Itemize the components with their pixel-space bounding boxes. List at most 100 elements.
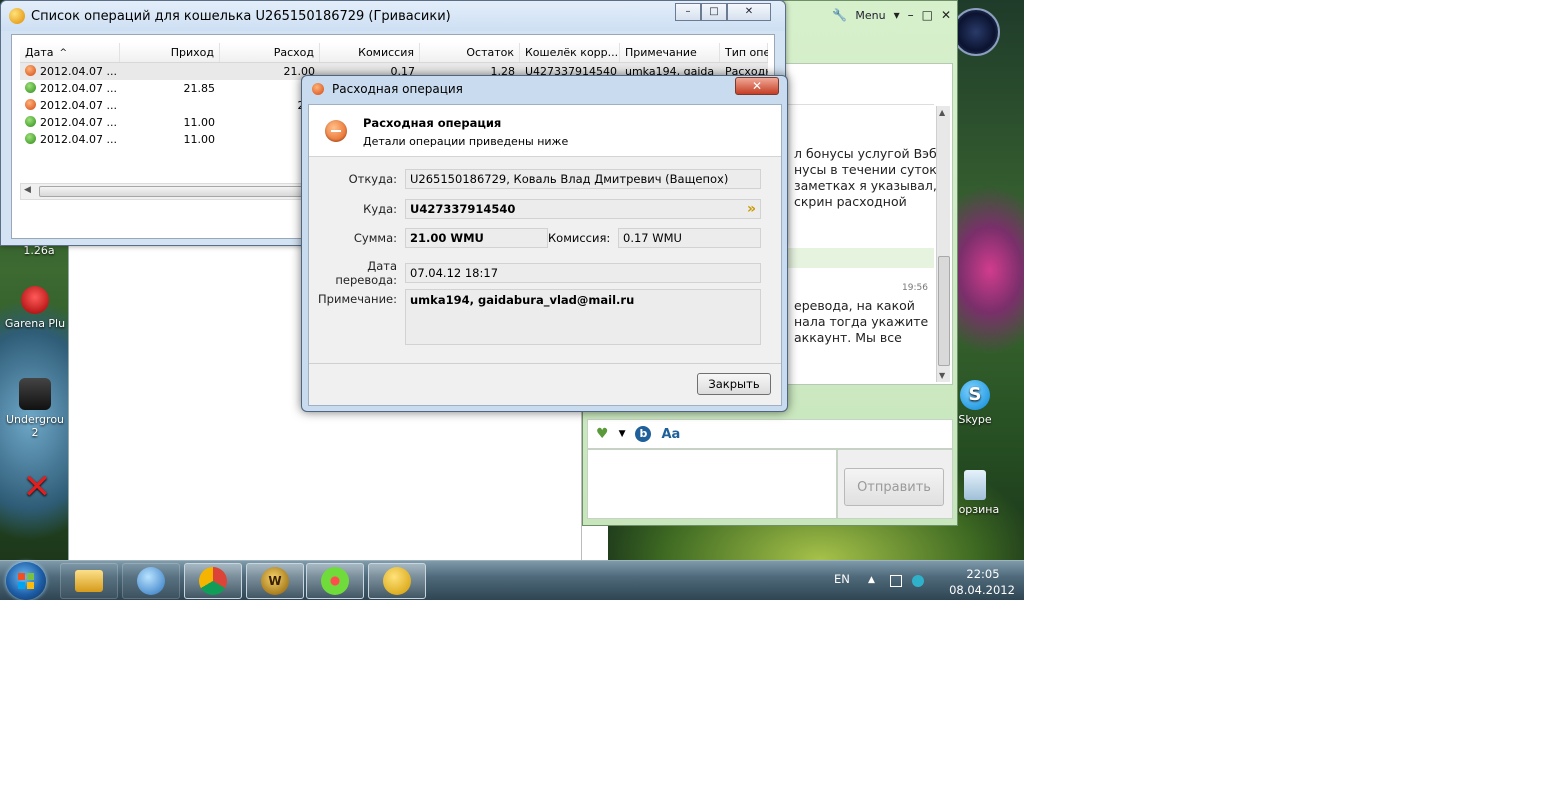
- desktop-icon-label: Корзина: [950, 503, 1000, 516]
- scroll-up-icon[interactable]: ▲: [939, 108, 945, 117]
- from-row: Откуда: U265150186729, Коваль Влад Дмитр…: [309, 169, 761, 189]
- column-header-fee[interactable]: Комиссия: [320, 43, 420, 62]
- maximize-button[interactable]: □: [701, 3, 727, 21]
- close-button[interactable]: ✕: [727, 3, 771, 21]
- column-header-wallet[interactable]: Кошелёк корр...: [520, 43, 620, 62]
- cell-income: 21.85: [183, 82, 216, 95]
- note-field[interactable]: umka194, gaidabura_vlad@mail.ru: [405, 289, 761, 345]
- expense-large-icon: [325, 120, 347, 142]
- desktop-icon-garena[interactable]: Garena Plu: [0, 286, 70, 330]
- cell-date: 2012.04.07 ...: [40, 133, 117, 146]
- minimize-button[interactable]: –: [675, 3, 701, 21]
- desktop-icon-underground[interactable]: Undergrou 2: [0, 378, 70, 439]
- dialog-header-title: Расходная операция: [363, 116, 502, 130]
- desktop-icon-x[interactable]: ✕: [2, 470, 72, 509]
- cell-date: 2012.04.07 ...: [40, 99, 117, 112]
- send-area: Отправить: [837, 449, 953, 519]
- dialog-close-button[interactable]: ✕: [735, 77, 779, 95]
- taskbar-warcraft[interactable]: W: [246, 563, 304, 599]
- clock-date[interactable]: 08.04.2012: [942, 583, 1022, 597]
- desktop-icon-label: Undergrou 2: [5, 413, 65, 439]
- clock-time[interactable]: 22:05: [958, 567, 1008, 581]
- cell-income: 11.00: [183, 116, 216, 129]
- date-field[interactable]: 07.04.12 18:17: [405, 263, 761, 283]
- desktop-icon-label: Skype: [958, 413, 992, 426]
- network-icon[interactable]: [890, 575, 902, 587]
- chevron-right-icon[interactable]: »: [747, 201, 756, 217]
- income-icon: [25, 133, 36, 144]
- column-label: Дата: [25, 46, 54, 59]
- language-indicator[interactable]: EN: [834, 572, 850, 586]
- taskbar-media[interactable]: [122, 563, 180, 599]
- sort-asc-icon: ^: [59, 47, 68, 58]
- taskbar-explorer[interactable]: [60, 563, 118, 599]
- minimize-icon[interactable]: –: [908, 8, 914, 22]
- send-button[interactable]: Отправить: [844, 468, 944, 506]
- chevron-down-icon[interactable]: ▼: [619, 429, 626, 439]
- expense-icon: [25, 65, 36, 76]
- chevron-down-icon[interactable]: ▾: [894, 8, 900, 22]
- to-field[interactable]: U427337914540 »: [405, 199, 761, 219]
- nfs-underground-icon: [19, 378, 51, 410]
- taskbar: W EN ▲ 22:05 08.04.2012: [0, 560, 1024, 600]
- amount-field[interactable]: 21.00 WMU: [405, 228, 548, 248]
- dialog-separator: [309, 363, 781, 364]
- close-icon[interactable]: ✕: [941, 8, 951, 22]
- bold-format-icon[interactable]: b: [635, 426, 652, 442]
- from-label: Откуда:: [348, 172, 397, 186]
- folder-icon: [75, 570, 103, 592]
- operations-title: Список операций для кошелька U2651501867…: [31, 8, 451, 24]
- chat-line: нала тогда укажите: [794, 314, 929, 329]
- to-label: Куда:: [363, 202, 397, 216]
- warcraft-icon: W: [261, 567, 289, 595]
- date-label: Дата перевода:: [335, 259, 397, 287]
- taskbar-chrome[interactable]: [184, 563, 242, 599]
- column-header-rest[interactable]: Остаток: [420, 43, 520, 62]
- tray-app-icon[interactable]: [912, 575, 924, 587]
- clock-gadget-icon[interactable]: [952, 8, 1000, 56]
- taskbar-webmoney[interactable]: [368, 563, 426, 599]
- cell-date: 2012.04.07 ...: [40, 65, 117, 78]
- taskbar-icq[interactable]: [306, 563, 364, 599]
- font-style-icon[interactable]: Aa: [661, 427, 680, 442]
- income-icon: [25, 82, 36, 93]
- show-hidden-icons-icon[interactable]: ▲: [868, 575, 880, 587]
- chat-scrollbar[interactable]: ▲ ▼: [936, 106, 950, 382]
- smiley-icon[interactable]: ♥: [596, 426, 609, 442]
- column-header-income[interactable]: Приход: [120, 43, 220, 62]
- message-input[interactable]: [587, 449, 837, 519]
- chat-line: еревода, на какой: [794, 298, 915, 313]
- table-header: Дата ^ Приход Расход Комиссия Остаток Кош…: [20, 43, 768, 63]
- dialog-titlebar: Расходная операция: [302, 76, 787, 102]
- icq-flower-icon: [321, 567, 349, 595]
- column-header-date[interactable]: Дата ^: [20, 43, 120, 62]
- menu-button[interactable]: Menu: [855, 9, 885, 22]
- wrench-icon[interactable]: 🔧: [832, 8, 847, 22]
- scroll-left-icon[interactable]: ◀: [24, 185, 31, 195]
- start-button[interactable]: [6, 562, 46, 600]
- close-button[interactable]: Закрыть: [697, 373, 771, 395]
- message-timestamp: 19:56: [902, 283, 928, 293]
- recycle-bin-icon: [964, 470, 986, 500]
- chat-toolbar: ♥ ▼ b Aa: [587, 419, 953, 449]
- scroll-down-icon[interactable]: ▼: [939, 371, 945, 380]
- date-row: Дата перевода: 07.04.12 18:17: [309, 259, 761, 287]
- note-row: Примечание: umka194, gaidabura_vlad@mail…: [309, 289, 761, 345]
- column-header-note[interactable]: Примечание: [620, 43, 720, 62]
- from-field[interactable]: U265150186729, Коваль Влад Дмитревич (Ва…: [405, 169, 761, 189]
- cell-date: 2012.04.07 ...: [40, 116, 117, 129]
- skype-icon: S: [960, 380, 990, 410]
- operations-titlebar: Список операций для кошелька U2651501867…: [1, 1, 785, 31]
- dialog-header: Расходная операция Детали операции приве…: [309, 105, 781, 157]
- column-header-expense[interactable]: Расход: [220, 43, 320, 62]
- to-value: U427337914540: [410, 202, 516, 216]
- scroll-thumb[interactable]: [938, 256, 950, 366]
- expense-icon: [312, 83, 324, 95]
- column-header-type[interactable]: Тип опер: [720, 43, 768, 62]
- media-player-icon: [137, 567, 165, 595]
- expense-operation-dialog[interactable]: Расходная операция ✕ Расходная операция …: [301, 75, 788, 412]
- dialog-header-subtitle: Детали операции приведены ниже: [363, 135, 569, 148]
- maximize-icon[interactable]: □: [922, 8, 933, 22]
- chat-line: аккаунт. Мы все: [794, 330, 902, 345]
- fee-field[interactable]: 0.17 WMU: [618, 228, 761, 248]
